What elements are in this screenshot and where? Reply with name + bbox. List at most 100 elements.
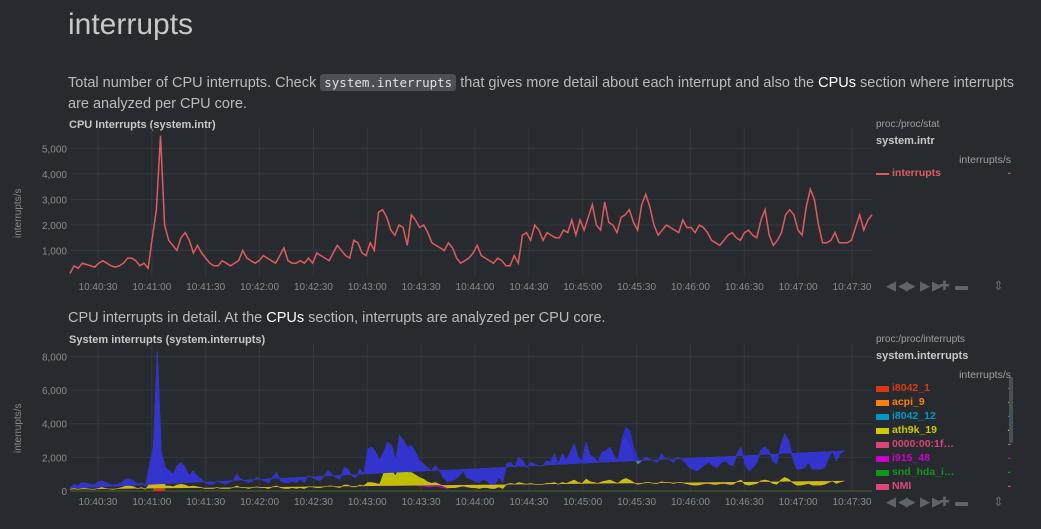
legend-item-name: i8042_1 — [892, 382, 930, 394]
legend-item[interactable]: interrupts - — [876, 167, 1011, 181]
legend-item-name: ath9k_19 — [892, 424, 937, 436]
x-tick-label: 10:43:30 — [402, 497, 441, 508]
x-tick-label: 10:41:30 — [186, 282, 225, 293]
y-tick-label: 8,000 — [42, 352, 67, 363]
zoom-in-icon[interactable]: ✚ — [937, 494, 954, 510]
description-text: Total number of CPU interrupts. Check — [68, 75, 321, 91]
legend-swatch — [876, 442, 889, 448]
y-tick-label: 3,000 — [42, 195, 67, 206]
system-interrupts-chart[interactable]: 0 2,000 4,000 6,000 8,000 10:40:30 10:41:00 10:… — [0, 343, 880, 513]
legend-item[interactable]: 0000:00:1f… - — [876, 438, 1011, 452]
x-tick-label: 10:46:00 — [671, 282, 710, 293]
legend-chart-id: system.interrupts — [876, 350, 969, 362]
legend-item[interactable]: acpi_9- — [876, 396, 1011, 410]
x-tick-label: 10:43:30 — [402, 282, 441, 293]
legend-swatch — [876, 173, 889, 175]
chart-reference-code[interactable]: system.interrupts — [320, 74, 457, 91]
x-tick-label: 10:41:00 — [132, 282, 171, 293]
legend-item[interactable]: i8042_1- — [876, 382, 1011, 396]
legend-units: interrupts/s — [959, 369, 1011, 381]
legend-item[interactable]: ath9k_19- — [876, 424, 1011, 438]
x-tick-label: 10:41:30 — [186, 497, 225, 508]
x-tick-label: 10:42:30 — [294, 282, 333, 293]
forward-icon[interactable]: ▶▶ — [920, 494, 942, 510]
x-tick-label: 10:42:00 — [240, 282, 279, 293]
rewind-icon[interactable]: ◀◀ — [886, 494, 908, 510]
zoom-out-icon[interactable]: ▬ — [954, 278, 971, 293]
legend-swatch — [876, 428, 889, 434]
x-tick-label: 10:41:00 — [132, 497, 171, 508]
legend-swatch — [876, 386, 889, 392]
legend-item-name: i915_48 — [892, 452, 930, 464]
cpus-link[interactable]: CPUs — [266, 310, 304, 326]
chart-toolbar: ◀◀▶ ▶▶✚ ▬ ⇕ — [886, 278, 1008, 294]
legend-units: interrupts/s — [959, 154, 1011, 166]
x-tick-label: 10:46:30 — [725, 497, 764, 508]
legend-item-value: - — [1007, 167, 1012, 179]
legend-item-name: interrupts — [892, 167, 942, 179]
legend-item-name: i8042_12 — [892, 410, 936, 422]
x-tick-label: 10:44:30 — [509, 497, 548, 508]
x-tick-label: 10:44:00 — [456, 282, 495, 293]
x-tick-label: 10:45:00 — [563, 497, 602, 508]
legend-context: proc:/proc/stat — [876, 119, 940, 130]
x-tick-label: 10:45:00 — [563, 282, 602, 293]
chart-legend: proc:/proc/stat system.intr interrupts/s… — [876, 119, 1011, 181]
play-icon[interactable]: ▶ — [903, 494, 920, 510]
y-tick-label: 1,000 — [42, 246, 67, 257]
series-area-0000:00:1f… — [69, 351, 845, 489]
y-tick-label: 2,000 — [42, 221, 67, 232]
legend-swatch — [876, 400, 889, 406]
resize-handle-icon[interactable]: ⇕ — [991, 494, 1008, 510]
description-text: CPU interrupts in detail. At the — [68, 310, 267, 326]
legend-scrollbar[interactable] — [1009, 377, 1013, 443]
description-text: that gives more detail about each interr… — [456, 75, 819, 91]
legend-item-name: NMI — [892, 480, 912, 492]
legend-item-name: snd_hda_i… — [892, 466, 955, 478]
y-tick-label: 6,000 — [42, 386, 67, 397]
legend-item-value: - — [1007, 466, 1012, 478]
y-tick-label: 5,000 — [42, 144, 67, 155]
legend-swatch — [876, 470, 889, 476]
interrupts-chart[interactable]: 1,000 2,000 3,000 4,000 5,000 10:40:30 10:41:0… — [0, 128, 880, 298]
legend-item[interactable]: snd_hda_i… - — [876, 466, 1011, 480]
series-line-interrupts — [69, 135, 873, 274]
legend-swatch — [876, 414, 889, 420]
cpus-link[interactable]: CPUs — [818, 75, 856, 91]
x-tick-label: 10:47:30 — [833, 282, 872, 293]
legend-item-name: acpi_9 — [892, 396, 925, 408]
legend-item[interactable]: NMI - — [876, 480, 1011, 494]
x-tick-label: 10:40:30 — [79, 497, 118, 508]
legend-item-value: - — [1007, 452, 1012, 464]
x-tick-label: 10:47:00 — [779, 282, 818, 293]
section-description: Total number of CPU interrupts. Check sy… — [68, 72, 1028, 115]
description-text: section, interrupts are analyzed per CPU… — [304, 310, 606, 326]
x-tick-label: 10:44:30 — [509, 282, 548, 293]
forward-icon[interactable]: ▶▶ — [920, 278, 942, 294]
y-tick-label: 4,000 — [42, 170, 67, 181]
legend-swatch — [876, 456, 889, 462]
x-tick-label: 10:44:00 — [456, 497, 495, 508]
y-tick-label: 0 — [61, 487, 67, 498]
x-tick-label: 10:46:30 — [725, 282, 764, 293]
series-area-i8042_12 — [69, 351, 845, 489]
zoom-in-icon[interactable]: ✚ — [937, 278, 954, 294]
legend-item[interactable]: i8042_12- — [876, 410, 1011, 424]
legend-item[interactable]: i915_48 - — [876, 452, 1011, 466]
legend-context: proc:/proc/interrupts — [876, 334, 965, 345]
page-title: interrupts — [68, 8, 194, 41]
chart-toolbar: ◀◀▶ ▶▶✚ ▬ ⇕ — [886, 494, 1008, 510]
x-tick-label: 10:43:00 — [348, 282, 387, 293]
x-tick-label: 10:42:30 — [294, 497, 333, 508]
y-tick-label: 2,000 — [42, 453, 67, 464]
section-description: CPU interrupts in detail. At the CPUs se… — [68, 310, 606, 326]
rewind-icon[interactable]: ◀◀ — [886, 278, 908, 294]
legend-chart-id: system.intr — [876, 135, 935, 147]
x-tick-label: 10:42:00 — [240, 497, 279, 508]
zoom-out-icon[interactable]: ▬ — [954, 494, 971, 509]
resize-handle-icon[interactable]: ⇕ — [991, 278, 1008, 294]
legend-item-name: 0000:00:1f… — [892, 438, 954, 450]
play-icon[interactable]: ▶ — [903, 278, 920, 294]
legend-swatch — [876, 484, 889, 490]
x-tick-label: 10:45:30 — [617, 497, 656, 508]
